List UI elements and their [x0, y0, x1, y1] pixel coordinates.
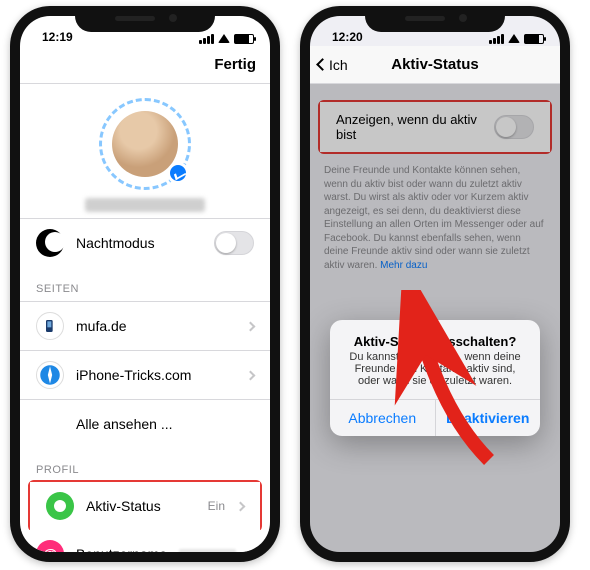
section-header-pages: SEITEN [20, 267, 270, 301]
wifi-icon [218, 34, 230, 43]
row-value: Ein [208, 499, 225, 513]
signal-icon [489, 34, 504, 44]
status-time: 12:20 [326, 30, 363, 44]
alert-message: Du kannst nicht sehen, wenn deine Freund… [330, 351, 540, 399]
row-label: Benutzername [76, 546, 167, 552]
back-label: Ich [329, 57, 348, 73]
row-label: Alle ansehen ... [76, 416, 254, 432]
profile-hero [20, 84, 270, 218]
moon-icon [36, 229, 64, 257]
notch [75, 6, 215, 32]
username-value-blurred [179, 549, 236, 552]
profile-name-blurred [85, 198, 205, 212]
row-label: mufa.de [76, 318, 235, 334]
alert-title: Aktiv-Status ausschalten? [330, 320, 540, 351]
modal-backdrop: Aktiv-Status ausschalten? Du kannst nich… [310, 84, 560, 552]
page-icon [36, 361, 64, 389]
night-mode-toggle[interactable] [214, 231, 254, 255]
chevron-right-icon [246, 321, 256, 331]
notch [365, 6, 505, 32]
deactivate-button[interactable]: Deaktivieren [436, 400, 541, 436]
row-label: Nachtmodus [76, 235, 202, 251]
wifi-icon [508, 34, 520, 43]
done-button[interactable]: Fertig [214, 56, 256, 73]
signal-icon [199, 34, 214, 44]
chevron-right-icon [236, 501, 246, 511]
row-active-status[interactable]: Aktiv-Status Ein [30, 482, 260, 530]
row-night-mode[interactable]: Nachtmodus [20, 218, 270, 267]
section-header-profile: PROFIL [20, 448, 270, 482]
cancel-button[interactable]: Abbrechen [330, 400, 436, 436]
page-icon [36, 312, 64, 340]
battery-icon [234, 34, 254, 44]
back-button[interactable]: Ich [318, 57, 348, 73]
row-label: iPhone-Tricks.com [76, 367, 235, 383]
chevron-left-icon [316, 58, 329, 71]
messenger-code-ring[interactable] [99, 98, 191, 190]
spacer [36, 410, 64, 438]
navbar: Fertig [20, 46, 270, 84]
phone-left: 12:19 Fertig Nachtmodus [10, 6, 280, 562]
phone-right: 12:20 Ich Aktiv-Status Anzeigen, wenn du… [300, 6, 570, 562]
chevron-right-icon [247, 549, 256, 552]
highlight-box: Aktiv-Status Ein [28, 480, 262, 532]
at-icon [36, 540, 64, 552]
row-username[interactable]: Benutzername [20, 530, 270, 552]
nav-title: Aktiv-Status [391, 56, 479, 73]
chevron-right-icon [246, 370, 256, 380]
battery-icon [524, 34, 544, 44]
row-iphonetricks[interactable]: iPhone-Tricks.com [20, 350, 270, 399]
row-see-all[interactable]: Alle ansehen ... [20, 399, 270, 448]
active-status-icon [46, 492, 74, 520]
messenger-icon [167, 162, 189, 184]
navbar: Ich Aktiv-Status [310, 46, 560, 84]
row-mufa[interactable]: mufa.de [20, 301, 270, 350]
confirm-alert: Aktiv-Status ausschalten? Du kannst nich… [330, 320, 540, 436]
status-time: 12:19 [36, 30, 73, 44]
row-label: Aktiv-Status [86, 498, 196, 514]
